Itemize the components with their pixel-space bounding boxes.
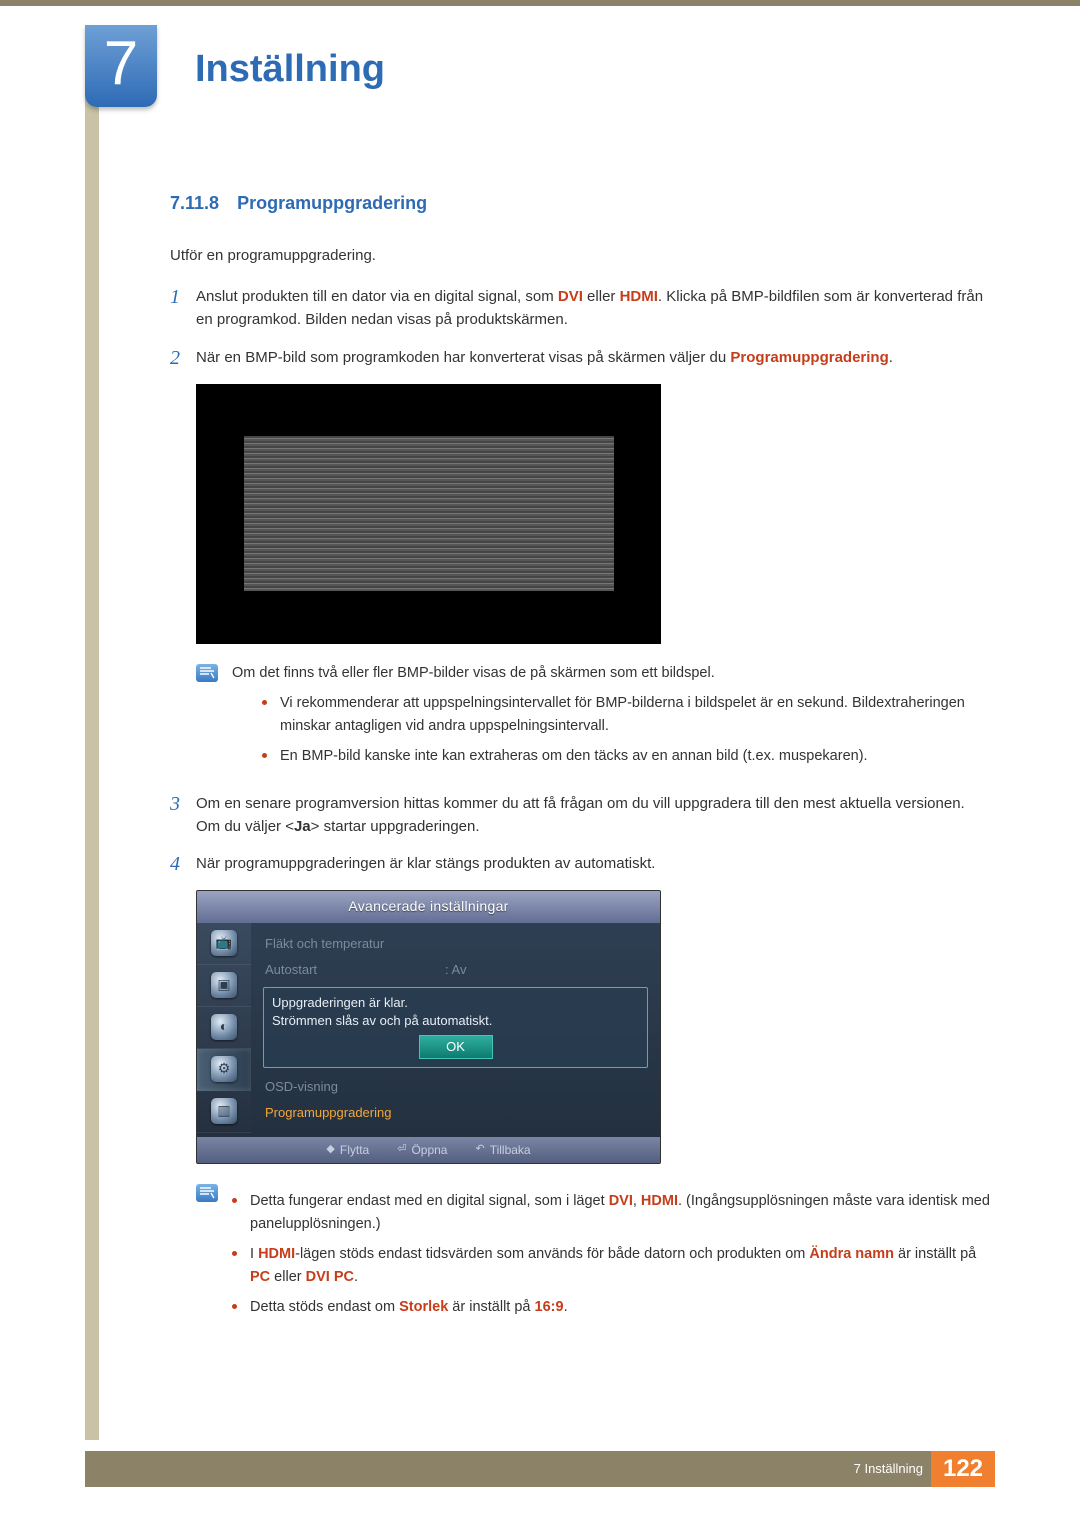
osd-tab-sound-icon[interactable]: ◐ [197, 1007, 251, 1049]
section-title: Programuppgradering [237, 193, 427, 213]
kw-hdmi: HDMI [258, 1246, 295, 1262]
note-body: Om det finns två eller fler BMP-bilder v… [232, 662, 990, 776]
kw-ratio: 16:9 [535, 1299, 564, 1315]
intro-text: Utför en programuppgradering. [170, 244, 990, 267]
step-2: 2 När en BMP-bild som programkoden har k… [170, 346, 990, 370]
note-bullet: Detta stöds endast om Storlek är inställ… [232, 1296, 990, 1318]
osd-title: Avancerade inställningar [197, 891, 660, 923]
kw-hdmi: HDMI [641, 1193, 678, 1209]
note-lead: Om det finns två eller fler BMP-bilder v… [232, 662, 990, 684]
osd-hint-back: ↶Tillbaka [475, 1141, 530, 1160]
osd-popup-line1: Uppgraderingen är klar. [272, 994, 639, 1012]
note-block-2: Detta fungerar endast med en digital sig… [196, 1182, 990, 1326]
step-number: 4 [170, 852, 196, 876]
section-number: 7.11.8 [170, 193, 219, 213]
step-3: 3 Om en senare programversion hittas kom… [170, 792, 990, 839]
note-icon [196, 1184, 218, 1202]
osd-item-autostart: Autostart: Av [263, 957, 648, 983]
left-rail [85, 30, 99, 1440]
static-noise-image [244, 436, 614, 591]
osd-footer: ◆Flytta ⏎Öppna ↶Tillbaka [197, 1137, 660, 1164]
bmp-screenshot [196, 384, 661, 644]
kw-dvi: DVI [558, 288, 583, 305]
kw-dvi-pc: DVI PC [306, 1269, 354, 1285]
arrows-icon: ◆ [326, 1141, 334, 1158]
kw-size: Storlek [399, 1299, 448, 1315]
footer-chapter: 7 Inställning [854, 1459, 923, 1479]
note-block-1: Om det finns två eller fler BMP-bilder v… [196, 662, 990, 776]
footer-page-number: 122 [931, 1451, 995, 1487]
note-body: Detta fungerar endast med en digital sig… [232, 1182, 990, 1326]
chapter-badge: 7 [85, 25, 157, 107]
note-bullet: En BMP-bild kanske inte kan extraheras o… [262, 745, 990, 767]
osd-item-osdview: OSD-visning [263, 1074, 648, 1100]
page-title: Inställning [195, 40, 385, 99]
osd-menu: Avancerade inställningar 📺 ▣ ◐ ⚙ ▥ Fläkt… [196, 890, 661, 1164]
enter-icon: ⏎ [397, 1141, 406, 1158]
kw-ja: Ja [294, 818, 311, 835]
osd-hint-move: ◆Flytta [326, 1141, 369, 1160]
step-text: Om en senare programversion hittas komme… [196, 792, 990, 839]
osd-tab-input-icon[interactable]: 📺 [197, 923, 251, 965]
step-4: 4 När programuppgraderingen är klar stän… [170, 852, 990, 876]
osd-popup-line2: Strömmen slås av och på automatiskt. [272, 1012, 639, 1030]
step-number: 1 [170, 285, 196, 332]
osd-item-fan: Fläkt och temperatur [263, 931, 648, 957]
osd-ok-button[interactable]: OK [419, 1035, 493, 1059]
osd-panel: Fläkt och temperatur Autostart: Av Uppgr… [251, 923, 660, 1137]
step-1: 1 Anslut produkten till en dator via en … [170, 285, 990, 332]
kw-pc: PC [250, 1269, 270, 1285]
section-heading: 7.11.8 Programuppgradering [170, 190, 990, 218]
back-icon: ↶ [475, 1141, 484, 1158]
top-rule [0, 0, 1080, 6]
step-text: Anslut produkten till en dator via en di… [196, 285, 990, 332]
content-area: 7.11.8 Programuppgradering Utför en progr… [170, 190, 990, 1342]
osd-tab-setup-icon[interactable]: ⚙ [197, 1049, 251, 1091]
note-bullet: I HDMI-lägen stöds endast tidsvärden som… [232, 1243, 990, 1288]
note-bullet: Vi rekommenderar att uppspelningsinterva… [262, 692, 990, 737]
osd-hint-open: ⏎Öppna [397, 1141, 447, 1160]
note-icon [196, 664, 218, 682]
kw-program-upgrade: Programuppgradering [730, 349, 888, 366]
step-text: När programuppgraderingen är klar stängs… [196, 852, 990, 876]
page-footer: 7 Inställning 122 [85, 1451, 995, 1487]
osd-sidebar: 📺 ▣ ◐ ⚙ ▥ [197, 923, 251, 1137]
osd-tab-picture-icon[interactable]: ▣ [197, 965, 251, 1007]
kw-change-name: Ändra namn [809, 1246, 894, 1262]
step-number: 2 [170, 346, 196, 370]
kw-dvi: DVI [609, 1193, 633, 1209]
osd-tab-multi-icon[interactable]: ▥ [197, 1091, 251, 1133]
note-bullet: Detta fungerar endast med en digital sig… [232, 1190, 990, 1235]
kw-hdmi: HDMI [620, 288, 658, 305]
osd-popup: Uppgraderingen är klar. Strömmen slås av… [263, 987, 648, 1068]
step-text: När en BMP-bild som programkoden har kon… [196, 346, 990, 370]
osd-item-program-upgrade[interactable]: Programuppgradering [263, 1100, 648, 1126]
step-number: 3 [170, 792, 196, 839]
